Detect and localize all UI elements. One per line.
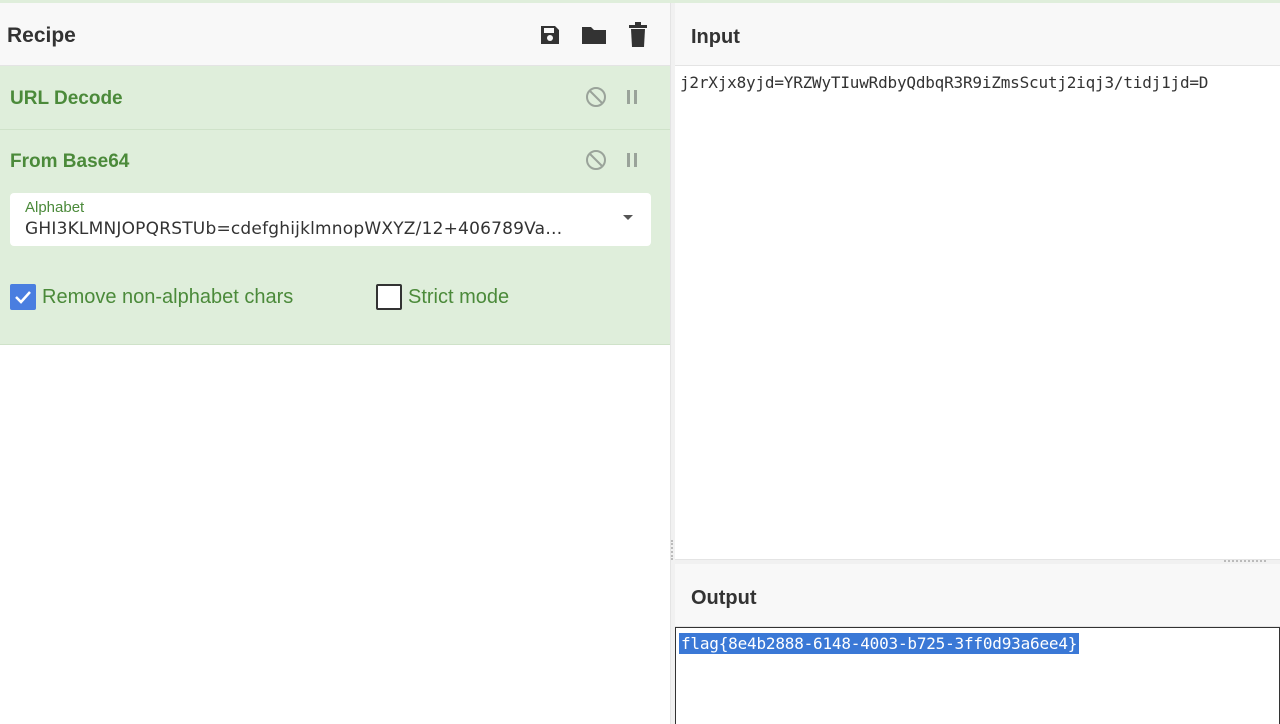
recipe-header: Recipe — [0, 3, 670, 66]
disable-operation-button[interactable] — [584, 148, 608, 172]
load-recipe-button[interactable] — [579, 20, 609, 50]
breakpoint-button[interactable] — [620, 85, 644, 109]
operation-from-base64[interactable]: From Base64 Alphabet GHI3KLMNJOPQRSTUb=c… — [0, 130, 670, 345]
folder-icon — [582, 27, 606, 44]
remove-non-alphabet-checkbox[interactable]: Remove non-alphabet chars — [10, 283, 293, 311]
input-text: j2rXjx8yjd=YRZWyTIuwRdbyQdbqR3R9iZmsScut… — [680, 73, 1209, 92]
checkmark-icon — [15, 291, 31, 304]
breakpoint-button[interactable] — [620, 148, 644, 172]
trash-icon — [629, 22, 647, 47]
input-header: Input — [675, 3, 1280, 66]
save-icon — [541, 26, 559, 44]
recipe-panel: Recipe URL Decode From Base64 Alphabet G… — [0, 3, 670, 724]
input-textarea[interactable]: j2rXjx8yjd=YRZWyTIuwRdbyQdbqR3R9iZmsScut… — [675, 66, 1280, 559]
output-text-selected[interactable]: flag{8e4b2888-6148-4003-b725-3ff0d93a6ee… — [679, 633, 1080, 654]
chevron-down-icon — [623, 215, 633, 220]
pause-icon — [627, 90, 637, 104]
disable-icon — [586, 150, 606, 170]
clear-recipe-button[interactable] — [623, 20, 653, 50]
disable-operation-button[interactable] — [584, 85, 608, 109]
operation-title: URL Decode — [10, 88, 123, 109]
operation-url-decode[interactable]: URL Decode — [0, 66, 670, 130]
save-recipe-button[interactable] — [535, 20, 565, 50]
disable-icon — [586, 87, 606, 107]
checkbox-label: Strict mode — [408, 285, 510, 308]
alphabet-value: GHI3KLMNJOPQRSTUb=cdefghijklmnopWXYZ/12+… — [25, 219, 563, 239]
strict-mode-checkbox[interactable]: Strict mode — [376, 283, 509, 311]
checkbox-unchecked[interactable] — [376, 284, 402, 310]
pause-icon — [627, 153, 637, 167]
recipe-title: Recipe — [7, 24, 76, 47]
alphabet-label: Alphabet — [25, 199, 85, 216]
output-textarea[interactable]: flag{8e4b2888-6148-4003-b725-3ff0d93a6ee… — [675, 627, 1280, 724]
checkbox-checked[interactable] — [10, 284, 36, 310]
checkbox-label: Remove non-alphabet chars — [42, 285, 294, 308]
input-title: Input — [691, 26, 740, 48]
alphabet-select[interactable]: Alphabet GHI3KLMNJOPQRSTUb=cdefghijklmno… — [10, 193, 651, 246]
horizontal-grip — [1224, 560, 1266, 563]
output-title: Output — [691, 587, 757, 609]
operation-title: From Base64 — [10, 151, 130, 172]
output-header: Output — [675, 564, 1280, 627]
vertical-grip — [671, 540, 674, 560]
